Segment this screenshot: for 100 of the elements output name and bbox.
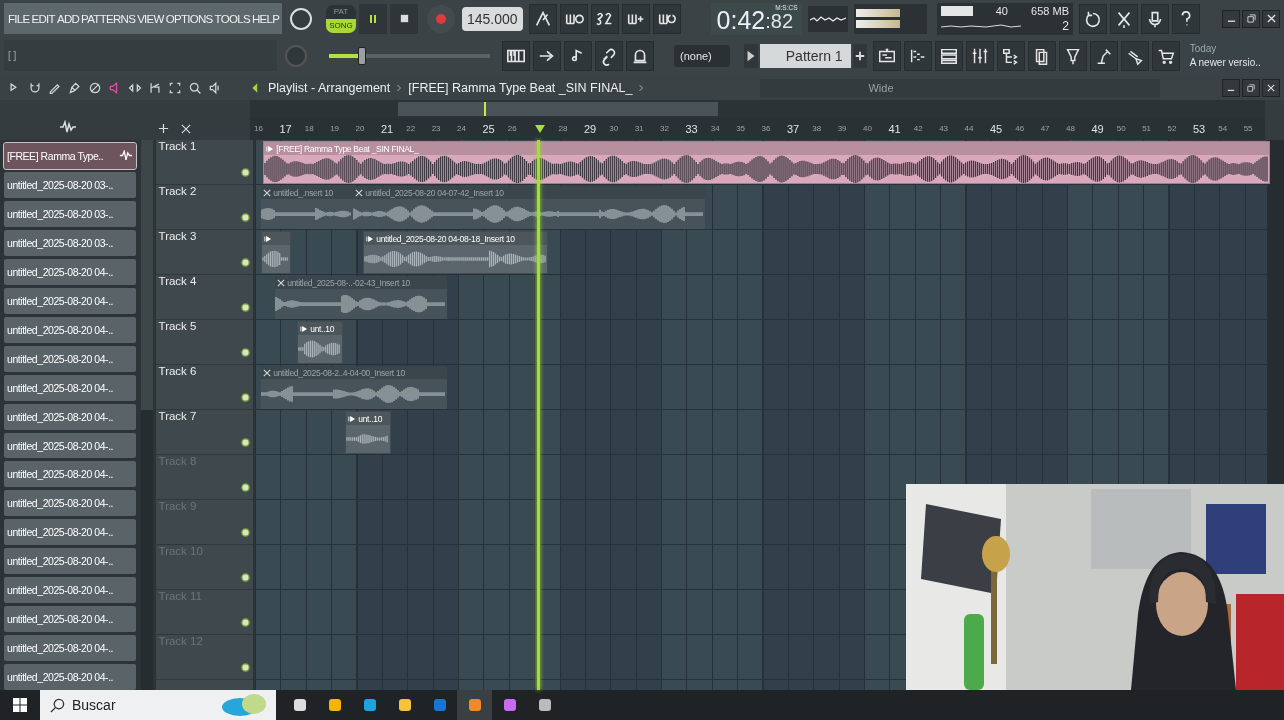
clip-source-item[interactable]: untitled_2025-08-20 04-.. [4,258,136,285]
close-icon[interactable] [263,188,272,197]
clip-source-item[interactable]: untitled_2025-08-20 04-.. [4,403,136,430]
track-led-icon[interactable] [241,663,251,672]
channel-selector[interactable]: (none) [674,44,730,67]
track-led-icon[interactable] [241,438,251,447]
clip-source-item[interactable]: untitled_2025-08-20 04-.. [4,461,136,488]
toolbar-button[interactable] [528,3,557,34]
audio-clip[interactable]: untitled_2025-08-2..4-04-00_Insert 10 [261,366,448,409]
toolbar-button[interactable] [621,3,650,34]
close-button[interactable] [1262,9,1280,28]
clip-menu-icon[interactable] [264,234,273,243]
clip-source-item[interactable]: untitled_2025-08-20 03-.. [4,171,136,198]
clip-source-item[interactable]: untitled_2025-08-20 04-.. [4,664,136,691]
scrollbar[interactable] [140,140,153,690]
mode-option[interactable]: PAT [326,4,356,19]
knob-icon[interactable] [288,5,314,32]
select-icon[interactable] [168,80,182,95]
toolbar-button[interactable] [903,40,932,71]
clip-menu-icon[interactable] [266,144,275,153]
zoom-icon[interactable] [188,80,202,95]
menu-item[interactable]: PATTERNS [81,12,136,25]
restore-button[interactable] [1242,9,1260,28]
close-icon[interactable] [263,368,272,377]
toolbar-button[interactable] [934,40,963,71]
toolbar-button[interactable] [996,40,1025,71]
toolbar-button[interactable] [595,40,623,71]
toolbar-button[interactable] [590,3,619,34]
magnet-icon[interactable] [28,80,42,95]
clip-source-item[interactable]: untitled_2025-08-20 03-.. [4,229,136,256]
add-icon[interactable] [852,43,867,68]
delete-icon[interactable] [88,80,102,95]
clip-source-item[interactable]: untitled_2025-08-20 04-.. [4,635,136,662]
menu-item[interactable]: OPTIONS [165,12,213,25]
clip-source-item[interactable]: untitled_2025-08-20 04-.. [4,548,136,575]
track-led-icon[interactable] [241,168,251,177]
scroll-thumb[interactable] [398,102,718,116]
toolbar-button[interactable] [533,40,561,71]
toolbar-button[interactable] [1089,40,1118,71]
clip-menu-icon[interactable] [348,414,357,423]
clip-source-item[interactable]: untitled_2025-08-20 04-.. [4,606,136,633]
track-led-icon[interactable] [241,393,251,402]
clip-source-item[interactable]: untitled_2025-08-20 04-.. [4,519,136,546]
track-header[interactable]: Track 7 [155,410,254,455]
waveform-icon[interactable] [58,120,78,134]
track-header[interactable]: Track 1 [155,140,254,185]
clip-source-item[interactable]: untitled_2025-08-20 04-.. [4,316,136,343]
toolbar-button[interactable] [1141,3,1169,34]
track-led-icon[interactable] [241,573,251,582]
mode-option[interactable]: SONG [326,18,356,33]
menu-item[interactable]: HELP [251,12,280,25]
track-header[interactable]: Track 6 [155,365,254,410]
minimize-button[interactable] [1222,9,1240,28]
audio-clip[interactable] [261,231,292,274]
toolbar-button[interactable] [626,40,654,71]
pattern-selector[interactable]: Pattern 1 [759,43,851,68]
track-header[interactable]: Track 2 [155,185,254,230]
audio-clip[interactable]: untitled_2025-08-20 04-07-42_Insert 10 [353,186,706,229]
clip-source-item[interactable]: untitled_2025-08-20 04-.. [4,432,136,459]
track-header[interactable]: Track 5 [155,320,254,365]
close-icon[interactable] [355,188,364,197]
overview-scrollbar[interactable] [250,100,1265,118]
audio-clip[interactable]: unt..10 [297,321,344,364]
clip-source-item[interactable]: untitled_2025-08-20 04-.. [4,345,136,372]
close-icon[interactable] [277,278,286,287]
audio-clip[interactable]: unt..10 [345,411,392,454]
scrollbar[interactable] [1267,140,1284,484]
clip-source-item[interactable]: untitled_2025-08-20 04-.. [4,490,136,517]
toolbar-button[interactable] [502,40,530,71]
brush-icon[interactable] [68,80,82,95]
toolbar-button[interactable] [1110,3,1138,34]
stop-button[interactable] [390,3,418,34]
volume-thumb[interactable] [358,46,367,65]
menu-item[interactable]: VIEW [137,12,164,25]
menu-item[interactable]: ADD [56,12,80,25]
clip-source-item[interactable]: untitled_2025-08-20 03-.. [4,200,136,227]
toolbar-button[interactable] [1058,40,1087,71]
track-led-icon[interactable] [241,303,251,312]
track-header[interactable]: Track 4 [155,275,254,320]
toolbar-button[interactable] [1079,3,1107,34]
track-led-icon[interactable] [241,618,251,627]
menu-item[interactable]: EDIT [31,12,55,25]
track-header[interactable]: Track 3 [155,230,254,275]
slice-icon[interactable] [148,80,162,95]
toolbar-button[interactable] [872,40,901,71]
audio-clip[interactable]: untitled_2025-08-20 04-08-18_Insert 10 [363,231,549,274]
menu-item[interactable]: FILE [8,12,30,25]
toolbar-button[interactable] [1151,40,1180,71]
toolbar-button[interactable] [652,3,681,34]
add-icon[interactable] [158,123,169,134]
track-led-icon[interactable] [241,213,251,222]
toolbar-button[interactable] [965,40,994,71]
restore-button[interactable] [1242,78,1260,97]
timeline-ruler[interactable]: 16 17 18 19 20 21 22 23 24 25 26 28 29 30 31 32 33 34 35 36 37 38 39 40 41 42 43 44 45 46 47 48 49 50 51 52 53 54 55 [250,118,1265,140]
toolbar-button[interactable] [1027,40,1056,71]
toolbar-button[interactable] [1120,40,1149,71]
snap-selector[interactable]: Wide [868,81,894,94]
menu-item[interactable]: TOOLS [214,12,250,25]
track-led-icon[interactable] [241,528,251,537]
close-icon[interactable] [181,124,191,134]
